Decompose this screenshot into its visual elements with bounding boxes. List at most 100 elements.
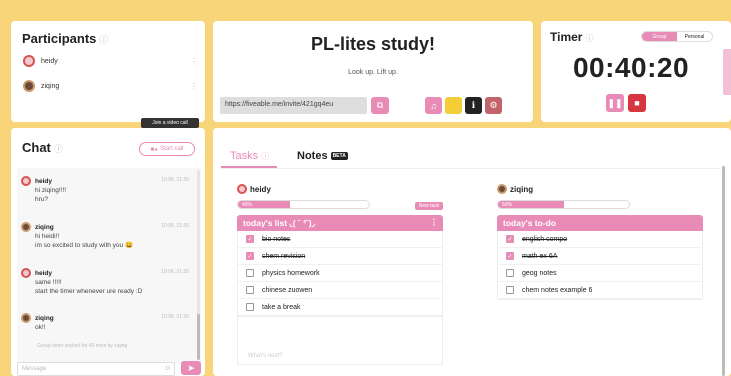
settings-button[interactable]: ⚙ — [485, 97, 502, 114]
checkbox[interactable]: ✓ — [246, 235, 254, 243]
stop-icon: ■ — [634, 98, 640, 108]
avatar — [23, 80, 35, 92]
list-header: today's to-do — [497, 215, 703, 231]
task-item[interactable]: geog notes — [498, 265, 702, 282]
new-task-input[interactable]: What's next? — [237, 317, 443, 365]
message-text: same !!!!! — [35, 279, 62, 286]
progress-bar: 50% — [497, 200, 630, 209]
workspace-panel: Tasks ⓘ Notes BETA heidy 40% New task tod… — [213, 128, 731, 376]
message-input[interactable]: Message ☺ — [17, 362, 175, 376]
checkbox[interactable] — [246, 286, 254, 294]
avatar — [21, 222, 31, 232]
message-sender: heidy — [35, 269, 52, 277]
task-item[interactable]: ✓ chem revision — [238, 248, 442, 265]
participant-name: heidy — [41, 57, 58, 65]
progress-label: 50% — [502, 202, 513, 208]
chat-scrollbar[interactable] — [197, 314, 200, 360]
stop-button[interactable]: ■ — [628, 94, 646, 112]
task-list: ✓ english compo ✓ math ex 6A geog notes ch… — [497, 231, 703, 300]
pause-button[interactable]: ❚❚ — [606, 94, 624, 112]
send-icon: ➤ — [187, 362, 195, 373]
tab-notes[interactable]: Notes BETA — [297, 150, 348, 162]
timer-mode-toggle[interactable]: Group Personal — [641, 31, 713, 42]
music-icon: ♫ — [430, 100, 437, 111]
participant-row[interactable]: ziqing ⋮ — [23, 76, 198, 96]
task-item[interactable]: chem notes example 6 — [498, 282, 702, 299]
room-subtitle: Look up. Lift up. — [348, 69, 398, 76]
task-item[interactable]: ✓ english compo — [498, 231, 702, 248]
system-message: Group timer started for 40 mins by ziqin… — [37, 343, 128, 349]
task-column-heidy: heidy 40% New task today's list ◟( ˘ ³˘)… — [237, 184, 443, 365]
task-item[interactable]: chinese zuowen — [238, 282, 442, 299]
checkbox[interactable] — [506, 286, 514, 294]
tab-tasks[interactable]: Tasks ⓘ — [230, 150, 269, 162]
list-owner: heidy — [237, 184, 443, 194]
chat-messages[interactable]: heidy 10:06, 21:30 hi ziqing!!!! hru? zi… — [17, 168, 201, 364]
pause-icon: ❚❚ — [607, 97, 623, 108]
list-owner: ziqing — [497, 184, 703, 194]
progress-label: 40% — [242, 202, 253, 208]
participant-name: ziqing — [41, 82, 60, 90]
checkbox[interactable] — [246, 303, 254, 311]
avatar — [237, 184, 247, 194]
message-text: ok!! — [35, 324, 46, 331]
message-time: 10:06, 21:30 — [161, 269, 189, 275]
info-icon[interactable]: ⓘ — [99, 35, 108, 45]
task-item[interactable]: physics homework — [238, 265, 442, 282]
message-sender: ziqing — [35, 314, 54, 322]
timer-display: 00:40:20 — [572, 52, 690, 83]
avatar — [21, 313, 31, 323]
message-sender: ziqing — [35, 223, 54, 231]
checkbox[interactable]: ✓ — [506, 252, 514, 260]
message-text: hi heidi!! — [35, 233, 60, 240]
avatar — [497, 184, 507, 194]
message-text: hru? — [35, 196, 49, 203]
copy-icon: ⧉ — [376, 100, 384, 110]
chat-message: ziqing 10:06, 21:30 ok!! — [21, 313, 193, 332]
beta-badge: BETA — [330, 152, 348, 161]
checkbox[interactable]: ✓ — [506, 235, 514, 243]
timer-panel: Timer ⓘ Group Personal 00:40:20 ❚❚ ■ — [541, 21, 731, 122]
info-icon[interactable]: ⓘ — [585, 34, 593, 43]
flash-button[interactable]: ⚡ — [445, 97, 462, 114]
copy-link-button[interactable]: ⧉ — [371, 97, 389, 114]
message-text: im so excited to study with you 😀 — [35, 242, 134, 249]
task-column-ziqing: ziqing 50% today's to-do ✓ english compo … — [497, 184, 703, 300]
message-text: start the timer whenever ure ready :D — [35, 288, 143, 295]
send-button[interactable]: ➤ — [181, 361, 201, 375]
info-icon: ⓘ — [261, 152, 270, 161]
emoji-icon[interactable]: ☺ — [164, 365, 171, 372]
side-drawer-tab[interactable] — [723, 49, 731, 95]
message-placeholder: Message — [22, 366, 47, 372]
checkbox[interactable] — [506, 269, 514, 277]
study-header: PL-lites study! Look up. Lift up. https:… — [213, 21, 533, 122]
more-icon[interactable]: ⋮ — [190, 57, 198, 66]
music-button[interactable]: ♫ — [425, 97, 442, 114]
task-list: ✓ bio notes ✓ chem revision physics homewo… — [237, 231, 443, 317]
more-icon[interactable]: ⋮ — [190, 82, 198, 91]
workspace-scrollbar[interactable] — [722, 166, 725, 376]
mode-group[interactable]: Group — [642, 32, 677, 41]
timer-title: Timer ⓘ — [550, 30, 594, 44]
task-item[interactable]: take a break — [238, 299, 442, 316]
checkbox[interactable] — [246, 269, 254, 277]
message-time: 10:06, 21:30 — [161, 177, 189, 183]
message-time: 10:06, 21:30 — [161, 223, 189, 229]
chat-panel: Join a video call Chat ⓘ ■◂ Start call hei… — [11, 118, 205, 376]
avatar — [21, 268, 31, 278]
info-icon[interactable]: ⓘ — [54, 144, 63, 154]
divider — [221, 168, 721, 169]
more-icon[interactable]: ⋮ — [430, 218, 438, 227]
participant-row[interactable]: heidy ⋮ — [23, 51, 198, 71]
start-call-button[interactable]: ■◂ Start call — [139, 142, 195, 156]
checkbox[interactable]: ✓ — [246, 252, 254, 260]
new-task-button[interactable]: New task — [415, 202, 443, 210]
chat-message: heidy 10:06, 21:30 same !!!!! start the … — [21, 268, 193, 296]
info-button[interactable]: ℹ — [465, 97, 482, 114]
mode-personal[interactable]: Personal — [677, 32, 712, 41]
invite-link-field[interactable]: https://fiveable.me/invite/421gq4eu — [220, 97, 367, 114]
task-item[interactable]: ✓ math ex 6A — [498, 248, 702, 265]
chat-message: ziqing 10:06, 21:30 hi heidi!! im so exc… — [21, 222, 193, 250]
progress-bar: 40% — [237, 200, 370, 209]
task-item[interactable]: ✓ bio notes — [238, 231, 442, 248]
